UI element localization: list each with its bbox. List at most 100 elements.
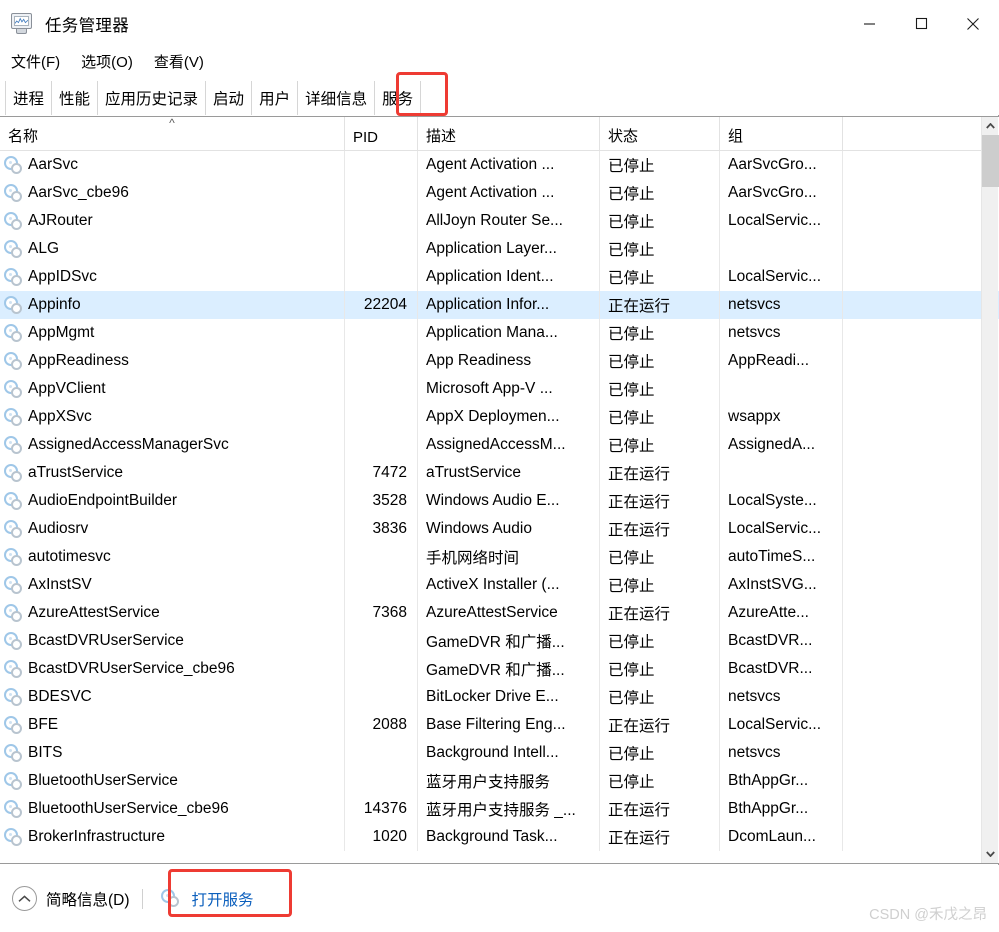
- status-label: 已停止: [608, 186, 655, 203]
- group-label: BthAppGr...: [728, 800, 809, 817]
- table-row[interactable]: AzureAttestService 7368 AzureAttestService…: [0, 599, 999, 627]
- table-row[interactable]: BluetoothUserService 蓝牙用户支持服务 已停止 BthAppGr.…: [0, 767, 999, 795]
- cell-name: BluetoothUserService_cbe96: [0, 795, 345, 823]
- group-label: LocalSyste...: [728, 492, 817, 509]
- table-row[interactable]: AppVClient Microsoft App-V ... 已停止: [0, 375, 999, 403]
- description-label: Application Mana...: [426, 324, 558, 341]
- cell-status: 正在运行: [600, 487, 720, 515]
- table-row[interactable]: AppIDSvc Application Ident... 已停止 LocalServ…: [0, 263, 999, 291]
- tab-label: 服务: [382, 91, 414, 108]
- table-row[interactable]: AssignedAccessManagerSvc AssignedAccessM.…: [0, 431, 999, 459]
- cell-status: 已停止: [600, 431, 720, 459]
- table-row[interactable]: BluetoothUserService_cbe96 14376 蓝牙用户支持服务 …: [0, 795, 999, 823]
- description-label: Windows Audio E...: [426, 492, 560, 509]
- cell-status: 正在运行: [600, 795, 720, 823]
- tab-4[interactable]: 用户: [252, 81, 299, 115]
- column-header-name[interactable]: ^ 名称: [0, 117, 345, 150]
- table-row[interactable]: AarSvc_cbe96 Agent Activation ... 已停止 AarSv…: [0, 179, 999, 207]
- scrollbar-thumb[interactable]: [982, 135, 999, 187]
- group-label: autoTimeS...: [728, 548, 816, 565]
- column-header-spare[interactable]: [843, 117, 982, 150]
- menu-view[interactable]: 查看(V): [152, 50, 206, 73]
- maximize-button[interactable]: [895, 0, 947, 47]
- table-row[interactable]: AppMgmt Application Mana... 已停止 netsvcs: [0, 319, 999, 347]
- cell-group: netsvcs: [720, 291, 843, 319]
- table-row[interactable]: ALG Application Layer... 已停止: [0, 235, 999, 263]
- column-header-description[interactable]: 描述: [418, 117, 600, 150]
- minimize-button[interactable]: [843, 0, 895, 47]
- status-label: 正在运行: [608, 802, 671, 819]
- service-gear-icon: [4, 239, 23, 259]
- scroll-down-button[interactable]: [982, 845, 999, 863]
- cell-status: 已停止: [600, 179, 720, 207]
- vertical-scrollbar[interactable]: [981, 117, 999, 863]
- tab-0[interactable]: 进程: [5, 81, 53, 115]
- cell-pid: [345, 375, 418, 403]
- description-label: 蓝牙用户支持服务 _...: [426, 802, 576, 819]
- cell-group: BcastDVR...: [720, 655, 843, 683]
- table-row[interactable]: AudioEndpointBuilder 3528 Windows Audio E.…: [0, 487, 999, 515]
- scrollbar-track[interactable]: [982, 135, 999, 845]
- status-label: 正在运行: [608, 466, 671, 483]
- group-label: AssignedA...: [728, 436, 816, 453]
- tab-6[interactable]: 服务: [375, 81, 422, 115]
- cell-group: BcastDVR...: [720, 627, 843, 655]
- cell-description: ActiveX Installer (...: [418, 571, 600, 599]
- table-row[interactable]: AppReadiness App Readiness 已停止 AppReadi...: [0, 347, 999, 375]
- tab-5[interactable]: 详细信息: [298, 81, 376, 115]
- table-row[interactable]: AxInstSV ActiveX Installer (... 已停止 AxInstS…: [0, 571, 999, 599]
- menu-options[interactable]: 选项(O): [79, 50, 135, 73]
- fewer-details-button[interactable]: 简略信息(D): [12, 886, 130, 911]
- column-header-pid[interactable]: PID: [345, 117, 418, 150]
- table-row[interactable]: BcastDVRUserService GameDVR 和广播... 已停止 Bcas…: [0, 627, 999, 655]
- cell-name: BcastDVRUserService_cbe96: [0, 655, 345, 683]
- service-name-label: AppMgmt: [28, 324, 95, 341]
- service-gear-icon: [4, 799, 23, 819]
- description-label: aTrustService: [426, 464, 522, 481]
- table-row[interactable]: Appinfo 22204 Application Infor... 正在运行 nets…: [0, 291, 999, 319]
- table-row[interactable]: AarSvc Agent Activation ... 已停止 AarSvcGro..…: [0, 151, 999, 179]
- cell-group: AxInstSVG...: [720, 571, 843, 599]
- table-row[interactable]: autotimesvc 手机网络时间 已停止 autoTimeS...: [0, 543, 999, 571]
- table-row[interactable]: AJRouter AllJoyn Router Se... 已停止 LocalServ…: [0, 207, 999, 235]
- group-label: netsvcs: [728, 744, 781, 761]
- table-row[interactable]: BDESVC BitLocker Drive E... 已停止 netsvcs: [0, 683, 999, 711]
- table-row[interactable]: BrokerInfrastructure 1020 Background Task.…: [0, 823, 999, 851]
- cell-pid: 3528: [345, 487, 418, 515]
- cell-pid: [345, 683, 418, 711]
- service-gear-icon: [4, 435, 23, 455]
- scroll-up-button[interactable]: [982, 117, 999, 135]
- service-gear-icon: [4, 827, 23, 847]
- table-row[interactable]: BITS Background Intell... 已停止 netsvcs: [0, 739, 999, 767]
- cell-group: netsvcs: [720, 319, 843, 347]
- cell-status: 已停止: [600, 627, 720, 655]
- cell-pid: [345, 655, 418, 683]
- description-label: AssignedAccessM...: [426, 436, 566, 453]
- table-row[interactable]: Audiosrv 3836 Windows Audio 正在运行 LocalServic…: [0, 515, 999, 543]
- open-services-button[interactable]: 打开服务: [155, 885, 260, 913]
- tab-2[interactable]: 应用历史记录: [98, 81, 207, 115]
- service-gear-icon: [4, 575, 23, 595]
- cell-status: 正在运行: [600, 515, 720, 543]
- group-label: netsvcs: [728, 296, 781, 313]
- cell-name: AarSvc_cbe96: [0, 179, 345, 207]
- pid-label: 2088: [372, 716, 407, 733]
- tab-1[interactable]: 性能: [52, 81, 99, 115]
- column-header-label: 名称: [8, 128, 39, 145]
- table-row[interactable]: AppXSvc AppX Deploymen... 已停止 wsappx: [0, 403, 999, 431]
- group-label: LocalServic...: [728, 716, 822, 733]
- close-button[interactable]: [947, 0, 999, 47]
- cell-description: Application Ident...: [418, 263, 600, 291]
- menu-file[interactable]: 文件(F): [9, 50, 62, 73]
- table-row[interactable]: BcastDVRUserService_cbe96 GameDVR 和广播... 已…: [0, 655, 999, 683]
- table-row[interactable]: BFE 2088 Base Filtering Eng... 正在运行 LocalSer…: [0, 711, 999, 739]
- table-row[interactable]: aTrustService 7472 aTrustService 正在运行: [0, 459, 999, 487]
- cell-description: Application Mana...: [418, 319, 600, 347]
- cell-name: AppXSvc: [0, 403, 345, 431]
- column-header-group[interactable]: 组: [720, 117, 843, 150]
- column-header-status[interactable]: 状态: [600, 117, 720, 150]
- cell-name: BcastDVRUserService: [0, 627, 345, 655]
- service-gear-icon: [4, 491, 23, 511]
- tab-3[interactable]: 启动: [206, 81, 253, 115]
- group-label: netsvcs: [728, 688, 781, 705]
